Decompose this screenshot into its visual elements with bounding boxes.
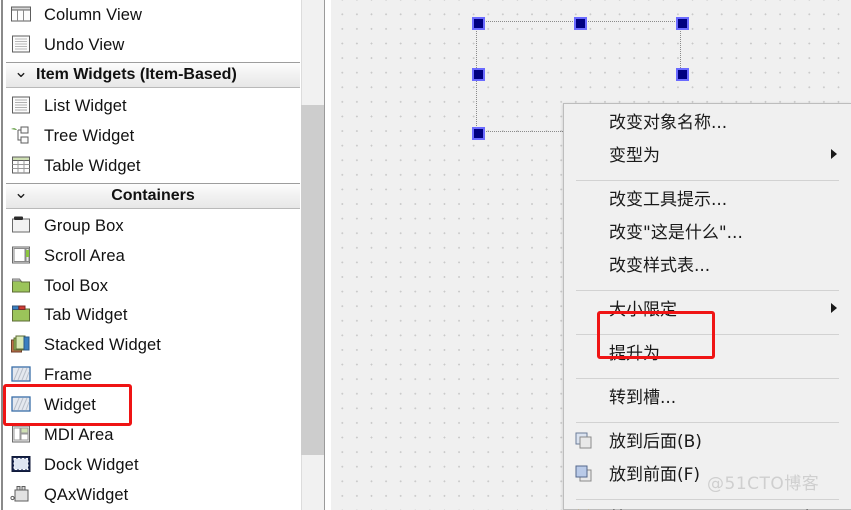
table-widget-icon: [10, 155, 36, 177]
chevron-right-icon: [831, 302, 837, 313]
cut-icon: [573, 507, 603, 510]
widget-box-item-tab-widget[interactable]: Tab Widget: [6, 300, 300, 330]
column-view-icon: [10, 4, 36, 26]
widget-box-panel[interactable]: Column View Undo View ⌄ Item Widgets (Item-…: [0, 0, 300, 510]
menu-item-icon-empty: [573, 386, 603, 406]
widget-box-item-scroll-area[interactable]: Scroll Area: [6, 241, 300, 271]
menu-item[interactable]: 改变"这是什么"...: [564, 214, 851, 247]
menu-item-label: 大小限定: [609, 300, 677, 320]
resize-handle[interactable]: [676, 68, 689, 81]
widget-box-item-qaxwidget[interactable]: QAxWidget: [6, 480, 300, 510]
stacked-widget-icon: [10, 334, 36, 356]
widget-box-item-label: Stacked Widget: [44, 335, 161, 354]
widget-box-item-dock-widget[interactable]: Dock Widget: [6, 450, 300, 480]
widget-box-item-label: Frame: [44, 365, 93, 384]
widget-box-item-column-view[interactable]: Column View: [6, 0, 300, 30]
panel-splitter[interactable]: [324, 0, 327, 510]
screenshot-root: Column View Undo View ⌄ Item Widgets (Item-…: [0, 0, 851, 510]
resize-handle[interactable]: [472, 68, 485, 81]
widget-box-item-label: Tab Widget: [44, 305, 128, 324]
widget-box-item-label: Tool Box: [44, 276, 109, 295]
resize-handle[interactable]: [574, 17, 587, 30]
menu-item-icon-empty: [573, 188, 603, 208]
widget-box-item-tree-widget[interactable]: Tree Widget: [6, 121, 300, 151]
menu-item-label: 提升为...: [609, 344, 677, 364]
widget-box-item-label: Undo View: [44, 35, 125, 54]
widget-box-item-label: QAxWidget: [44, 485, 129, 504]
list-widget-icon: [10, 95, 36, 117]
menu-item[interactable]: 放到后面(B): [564, 423, 851, 456]
menu-item-label: 改变对象名称...: [609, 113, 728, 133]
menu-item[interactable]: 转到槽...: [564, 379, 851, 412]
menu-item[interactable]: 改变工具提示...: [564, 181, 851, 214]
dock-widget-icon: [10, 454, 36, 476]
widget-box-item-table-widget[interactable]: Table Widget: [6, 151, 300, 181]
widget-box-item-label: Table Widget: [44, 156, 141, 175]
menu-item-icon-empty: [573, 144, 603, 164]
widget-box-group-label: Item Widgets (Item-Based): [36, 66, 237, 83]
bring-to-front-icon: [573, 463, 603, 483]
qax-widget-icon: [10, 484, 36, 506]
widget-box-item-tool-box[interactable]: Tool Box: [6, 271, 300, 301]
resize-handle[interactable]: [472, 127, 485, 140]
widget-box-item-label: MDI Area: [44, 425, 114, 444]
menu-item-label: 改变样式表...: [609, 256, 711, 276]
menu-item-icon-empty: [573, 221, 603, 241]
widget-box-item-frame[interactable]: Frame: [6, 360, 300, 390]
widget-box-item-widget[interactable]: Widget: [6, 390, 300, 420]
frame-icon: [10, 364, 36, 386]
widget-box-scrollbar-thumb[interactable]: [301, 105, 324, 455]
chevron-right-icon: [831, 148, 837, 159]
undo-view-icon: [10, 34, 36, 56]
scroll-area-icon: [10, 245, 36, 267]
menu-item-label: 放到前面(F): [609, 465, 701, 485]
menu-item-label: 剪切(T): [609, 504, 667, 510]
group-box-icon: [10, 215, 36, 237]
menu-item[interactable]: 改变对象名称...: [564, 104, 851, 137]
widget-box-item-label: List Widget: [44, 96, 127, 115]
widget-box-item-label: Group Box: [44, 216, 124, 235]
menu-item-icon-empty: [573, 254, 603, 274]
resize-handle[interactable]: [472, 17, 485, 30]
tool-box-icon: [10, 275, 36, 297]
chevron-down-icon: ⌄: [13, 61, 29, 81]
widget-box-item-label: Dock Widget: [44, 455, 139, 474]
menu-item[interactable]: 改变样式表...: [564, 247, 851, 280]
widget-box-item-group-box[interactable]: Group Box: [6, 211, 300, 241]
widget-box-item-label: Column View: [44, 5, 143, 24]
menu-item[interactable]: 大小限定: [564, 291, 851, 324]
menu-item[interactable]: 提升为...: [564, 335, 851, 368]
watermark-text: @51CTO博客: [707, 474, 820, 494]
send-to-back-icon: [573, 430, 603, 450]
widget-box-group-containers[interactable]: ⌄ Containers: [6, 183, 300, 209]
widget-box-group-item-widgets-item-based[interactable]: ⌄ Item Widgets (Item-Based): [6, 62, 300, 88]
menu-item-label: 改变工具提示...: [609, 190, 728, 210]
resize-handle[interactable]: [676, 17, 689, 30]
context-menu[interactable]: 改变对象名称... 变型为改变工具提示... 改变"这是什么"... 改变样式表...…: [563, 103, 851, 510]
tab-widget-icon: [10, 304, 36, 326]
menu-item-icon-empty: [573, 342, 603, 362]
widget-box-item-stacked-widget[interactable]: Stacked Widget: [6, 330, 300, 360]
menu-item-label: 放到后面(B): [609, 432, 702, 452]
menu-item[interactable]: 变型为: [564, 137, 851, 170]
chevron-down-icon: ⌄: [13, 182, 29, 202]
widget-box-item-label: Widget: [44, 395, 96, 414]
tree-widget-icon: [10, 125, 36, 147]
widget-box-item-undo-view[interactable]: Undo View: [6, 30, 300, 60]
menu-item-label: 变型为: [609, 146, 660, 166]
widget-box-item-label: Scroll Area: [44, 246, 125, 265]
mdi-area-icon: [10, 424, 36, 446]
widget-box-item-list-widget[interactable]: List Widget: [6, 91, 300, 121]
widget-icon: [10, 394, 36, 416]
menu-item-icon-empty: [573, 111, 603, 131]
menu-item[interactable]: 剪切(T)Ctrl+X: [564, 500, 851, 510]
widget-box-item-mdi-area[interactable]: MDI Area: [6, 420, 300, 450]
widget-box-group-label: Containers: [111, 187, 195, 204]
menu-item-label: 改变"这是什么"...: [609, 223, 743, 243]
widget-box-item-label: Tree Widget: [44, 126, 135, 145]
menu-item-label: 转到槽...: [609, 388, 677, 408]
menu-item-icon-empty: [573, 298, 603, 318]
